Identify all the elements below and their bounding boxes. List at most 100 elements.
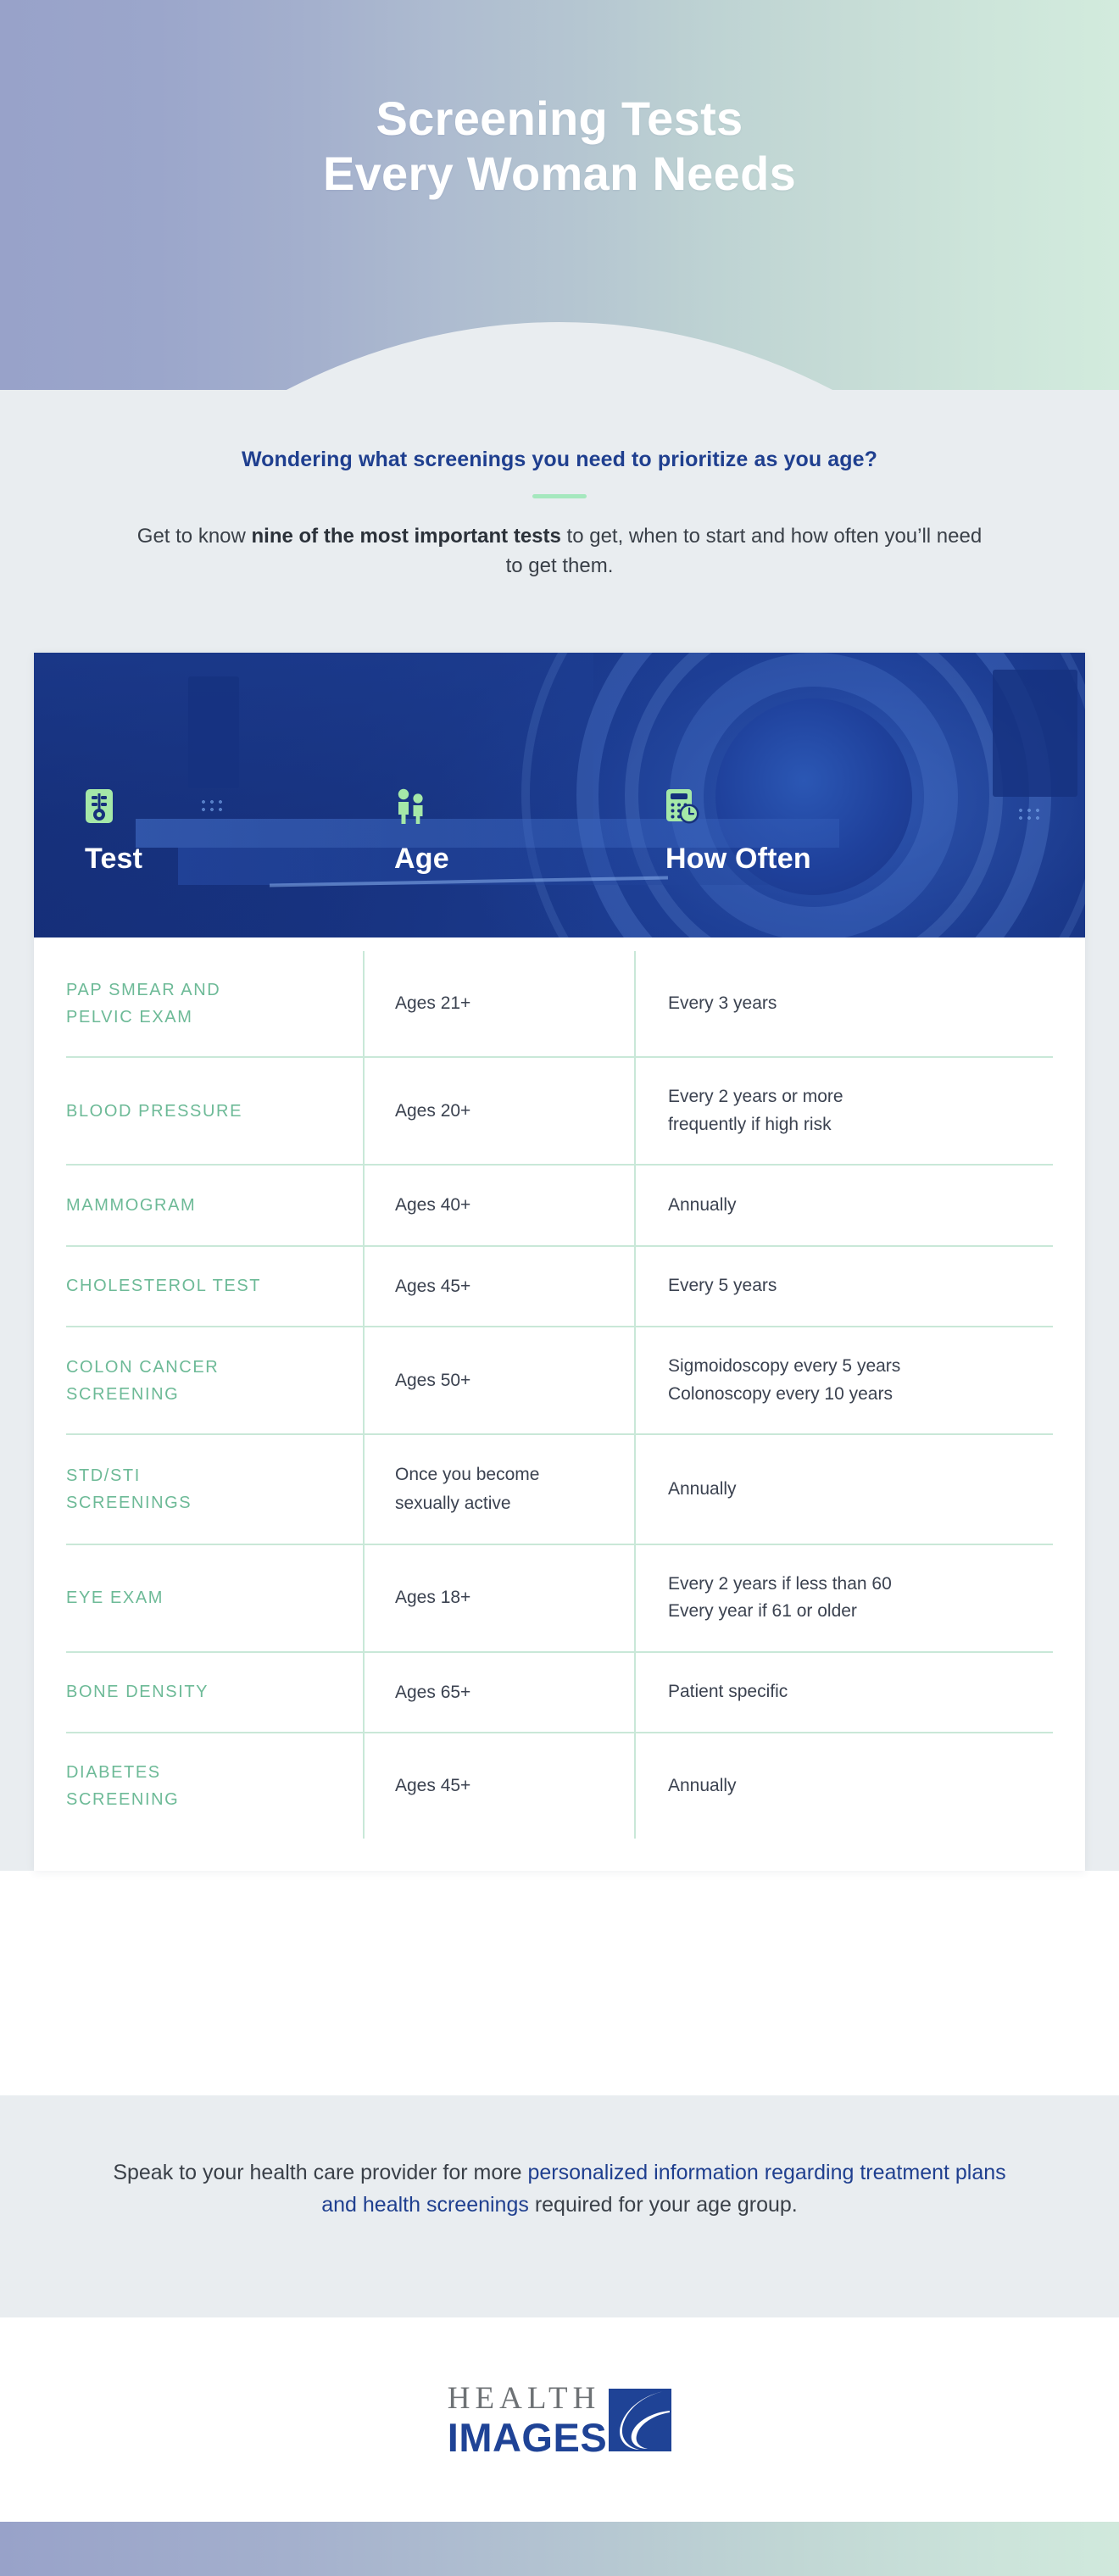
footnote-before: Speak to your health care provider for m… (113, 2161, 528, 2184)
intro-body-emphasis: nine of the most important tests (251, 525, 561, 548)
table-cell-test-line: STD/STI (66, 1466, 141, 1485)
table-row: PAP SMEAR AND PELVIC EXAM Ages 21+ Every 3 … (34, 951, 1085, 1058)
table-cell-age: Ages 50+ (363, 1327, 634, 1436)
table-cell-age-line: Ages 21+ (395, 993, 471, 1014)
table-cell-how-often: Every 3 years (634, 951, 1053, 1058)
table-cell-age-line: Ages 40+ (395, 1195, 471, 1216)
calculator-clock-icon (665, 788, 811, 824)
table-cell-test: BLOOD PRESSURE (66, 1058, 363, 1166)
logo-word-health: HEALTH (447, 2380, 601, 2416)
table-cell-age-line: Ages 20+ (395, 1100, 471, 1121)
table-header: Test Age How Often (34, 653, 1085, 937)
table-cell-how-often: Patient specific (634, 1652, 1053, 1734)
page-title-line-1: Screening Tests (376, 92, 743, 145)
page-title-line-2: Every Woman Needs (322, 146, 797, 200)
table-cell-test: DIABETES SCREENING (66, 1733, 363, 1839)
table-row: DIABETES SCREENING Ages 45+ Annually (34, 1733, 1085, 1839)
table-row: EYE EXAM Ages 18+ Every 2 years if less th… (34, 1544, 1085, 1653)
table-cell-test-line: EYE EXAM (66, 1588, 164, 1608)
table-cell-test: EYE EXAM (66, 1545, 363, 1653)
table-cell-how-often-line: Every 2 years if less than 60 (668, 1573, 892, 1594)
logo-section: HEALTH IMAGES (0, 2317, 1119, 2522)
table-cell-how-often: Every 5 years (634, 1246, 1053, 1328)
table-cell-age: Once you become sexually active (363, 1435, 634, 1545)
table-cell-test: CHOLESTEROL TEST (66, 1247, 363, 1328)
table-cell-test-line: BONE DENSITY (66, 1683, 209, 1702)
table-cell-age: Ages 40+ (363, 1166, 634, 1247)
table-cell-test-line: PELVIC EXAM (66, 1008, 193, 1027)
table-cell-how-often-line: Patient specific (668, 1682, 788, 1702)
table-cell-age-line: Ages 45+ (395, 1776, 471, 1796)
table-row: STD/STI SCREENINGS Once you become sexually… (34, 1435, 1085, 1545)
logo-word-images: IMAGES (447, 2414, 608, 2460)
table-cell-age: Ages 65+ (363, 1652, 634, 1734)
table-cell-how-often-line: Every 2 years or more (668, 1087, 843, 1106)
table-cell-age: Ages 18+ (363, 1544, 634, 1653)
screening-table-body: PAP SMEAR AND PELVIC EXAM Ages 21+ Every 3 … (34, 937, 1085, 1872)
table-cell-test: MAMMOGRAM (66, 1166, 363, 1247)
table-cell-how-often-line: Every 5 years (668, 1276, 777, 1296)
table-header-label-age: Age (394, 843, 449, 875)
table-cell-test: BONE DENSITY (66, 1653, 363, 1734)
table-cell-age: Ages 20+ (363, 1058, 634, 1166)
table-cell-test-line: SCREENINGS (66, 1493, 192, 1512)
table-cell-how-often: Sigmoidoscopy every 5 years Colonoscopy e… (634, 1327, 1053, 1436)
table-cell-test-line: CHOLESTEROL TEST (66, 1277, 262, 1296)
table-cell-how-often-line: Annually (668, 1775, 737, 1795)
table-header-cell-test: Test (85, 788, 142, 876)
hero-curve-divider (0, 322, 1119, 390)
table-cell-how-often-line: frequently if high risk (668, 1114, 832, 1134)
table-cell-how-often-line: Annually (668, 1194, 737, 1215)
table-cell-age-line: Ages 45+ (395, 1276, 471, 1296)
table-cell-age-line: Ages 18+ (395, 1588, 471, 1608)
table-cell-age-line: sexually active (395, 1493, 511, 1513)
table-header-label-test: Test (85, 843, 143, 875)
table-cell-how-often-line: Every 3 years (668, 993, 777, 1013)
footnote-after: required for your age group. (528, 2193, 798, 2217)
table-header-cell-how-often: How Often (665, 788, 811, 876)
page-title: Screening Tests Every Woman Needs (0, 92, 1119, 202)
table-cell-test-line: PAP SMEAR AND (66, 981, 221, 999)
table-cell-how-often-line: Annually (668, 1478, 737, 1499)
table-row: MAMMOGRAM Ages 40+ Annually (34, 1166, 1085, 1247)
table-cell-age-line: Ages 65+ (395, 1682, 471, 1702)
intro-question: Wondering what screenings you need to pr… (241, 448, 878, 471)
table-cell-how-often-line: Colonoscopy every 10 years (668, 1383, 893, 1404)
table-cell-test-line: SCREENING (66, 1790, 180, 1810)
screening-table-card: Test Age How Often PAP SMEAR AND PELVIC … (34, 653, 1085, 1872)
swoosh-icon (609, 2388, 672, 2451)
table-cell-how-often: Every 2 years if less than 60 Every year … (634, 1544, 1053, 1653)
table-cell-how-often: Every 2 years or more frequently if high … (634, 1058, 1053, 1166)
table-cell-test: PAP SMEAR AND PELVIC EXAM (66, 951, 363, 1058)
footnote-section: Speak to your health care provider for m… (0, 2095, 1119, 2317)
table-cell-test-line: BLOOD PRESSURE (66, 1101, 243, 1121)
table-header-label-how-often: How Often (665, 843, 811, 875)
table-row: BONE DENSITY Ages 65+ Patient specific (34, 1652, 1085, 1734)
table-header-cell-age: Age (394, 788, 449, 876)
table-cell-test-line: MAMMOGRAM (66, 1195, 197, 1215)
infographic-page: Screening Tests Every Woman Needs Wonder… (0, 0, 1119, 2576)
intro-body-before: Get to know (136, 525, 252, 548)
table-cell-how-often-line: Every year if 61 or older (668, 1601, 857, 1622)
table-card-wrapper: Test Age How Often PAP SMEAR AND PELVIC … (0, 653, 1119, 1872)
table-row: BLOOD PRESSURE Ages 20+ Every 2 years or m… (34, 1058, 1085, 1166)
table-header-columns: Test Age How Often (34, 653, 1085, 937)
logo-wordmark: HEALTH IMAGES (448, 2383, 607, 2457)
table-cell-age: Ages 45+ (363, 1733, 634, 1839)
table-cell-test-line: SCREENING (66, 1384, 180, 1404)
clipboard-test-icon (85, 788, 142, 824)
footnote-text: Speak to your health care provider for m… (110, 2156, 1009, 2221)
table-cell-age-line: Ages 50+ (395, 1371, 471, 1391)
table-row: COLON CANCER SCREENING Ages 50+ Sigmoidosco… (34, 1327, 1085, 1436)
table-cell-how-often: Annually (634, 1435, 1053, 1545)
intro-body-after: to get, when to start and how often you’… (505, 525, 983, 577)
health-images-logo[interactable]: HEALTH IMAGES (448, 2383, 672, 2457)
table-cell-test: STD/STI SCREENINGS (66, 1435, 363, 1545)
table-cell-age-line: Once you become (395, 1465, 540, 1485)
table-cell-how-often: Annually (634, 1733, 1053, 1839)
hero-banner: Screening Tests Every Woman Needs (0, 0, 1119, 390)
table-cell-age: Ages 21+ (363, 951, 634, 1058)
table-row: CHOLESTEROL TEST Ages 45+ Every 5 years (34, 1246, 1085, 1328)
table-cell-test: COLON CANCER SCREENING (66, 1327, 363, 1436)
table-cell-how-often-line: Sigmoidoscopy every 5 years (668, 1356, 901, 1377)
